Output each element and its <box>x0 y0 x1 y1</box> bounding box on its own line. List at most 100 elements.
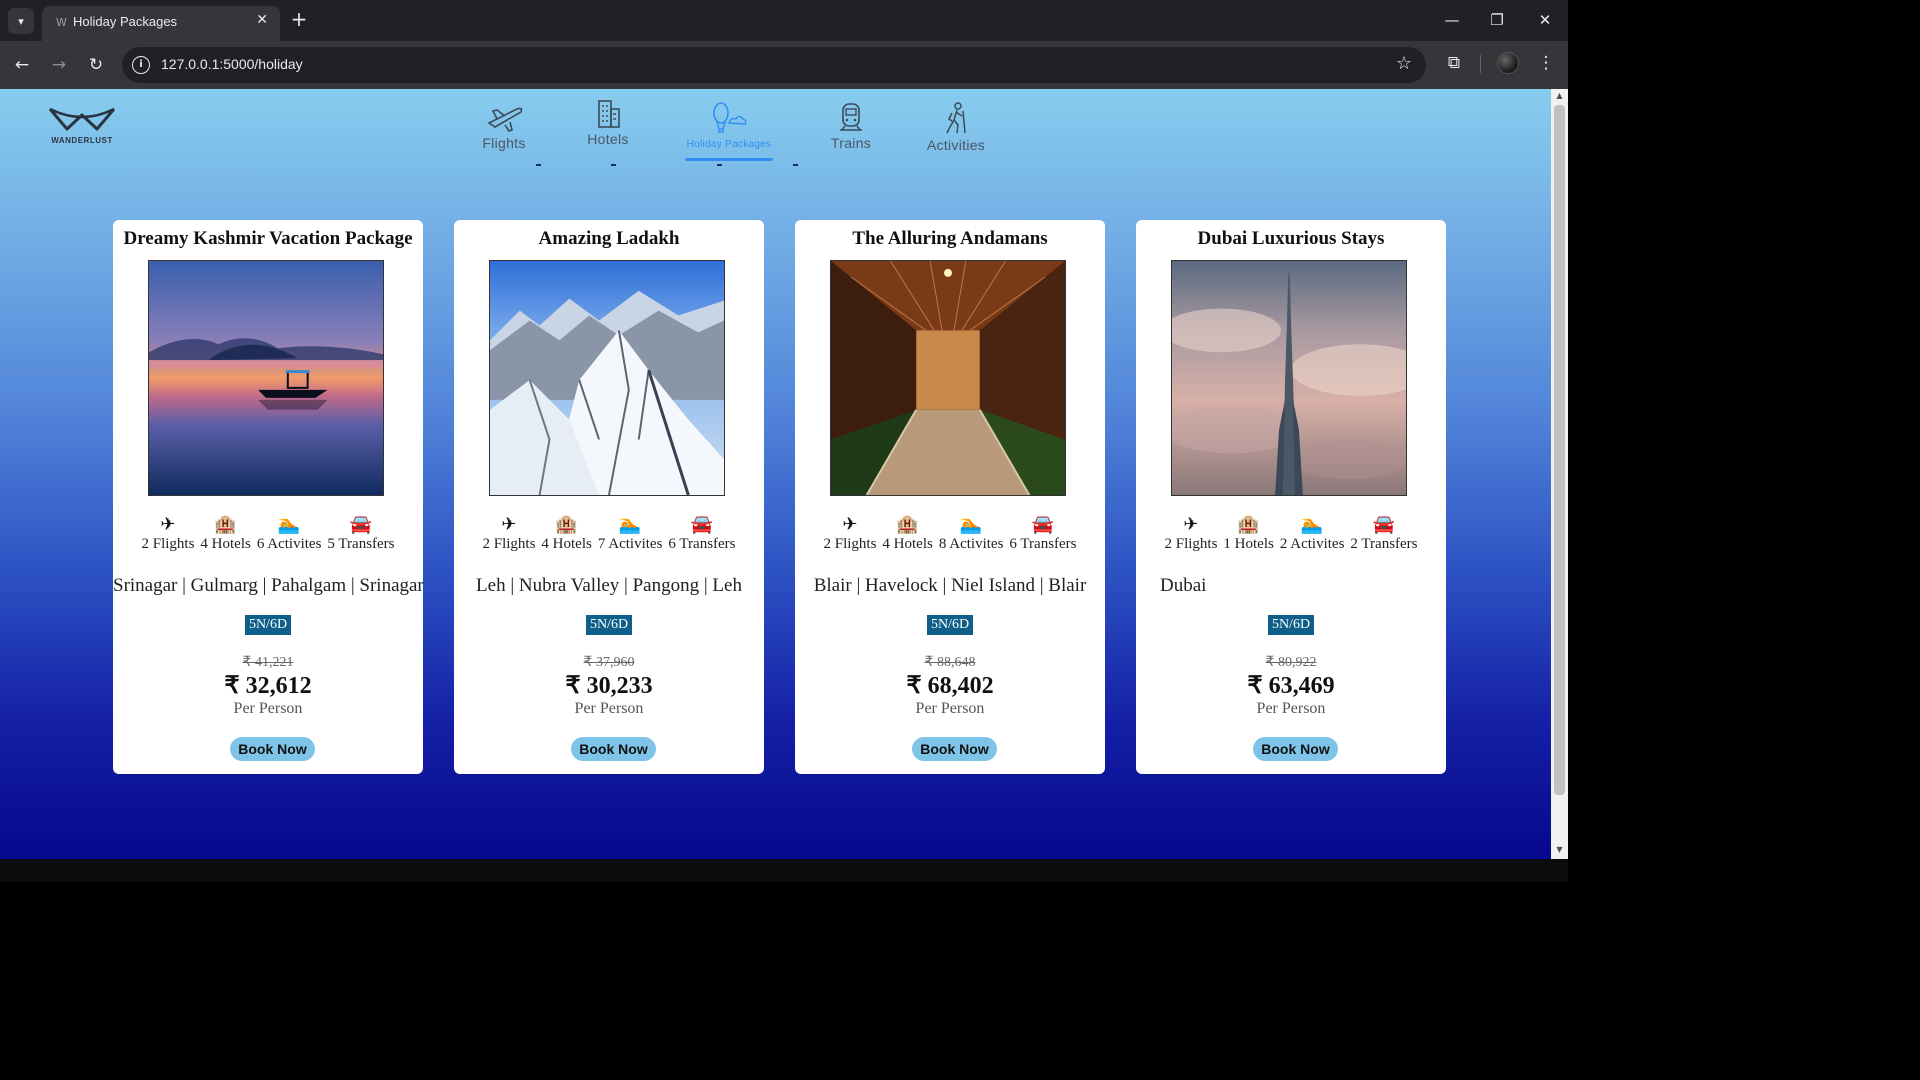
swimmer-icon: 🏊 <box>1300 514 1324 535</box>
nav-hotels[interactable]: Hotels <box>582 97 634 147</box>
book-now-button[interactable]: Book Now <box>571 737 656 761</box>
flights-amenity: ✈ 2 Flights <box>823 514 876 553</box>
car-icon: 🚘 <box>690 514 714 535</box>
nav-label-activities: Activities <box>926 137 986 153</box>
duration-badge-wrap: 5N/6D <box>454 615 764 635</box>
nav-indicator-dot <box>717 164 722 166</box>
per-person-label: Per Person <box>1256 700 1326 717</box>
package-image-dubai[interactable] <box>1171 260 1407 496</box>
book-now-button[interactable]: Book Now <box>912 737 997 761</box>
car-icon: 🚘 <box>1031 514 1055 535</box>
per-person-label: Per Person <box>574 700 644 717</box>
scroll-down-arrow-icon[interactable]: ▼ <box>1551 845 1568 857</box>
package-route: Dubai <box>1160 575 1207 596</box>
reload-icon[interactable]: ↻ <box>84 53 108 77</box>
flights-amenity: ✈ 2 Flights <box>141 514 194 553</box>
duration-badge-wrap: 5N/6D <box>113 615 423 635</box>
transfers-amenity: 🚘 6 Transfers <box>1009 514 1076 553</box>
discounted-price: ₹ 30,233 <box>565 673 653 699</box>
tab-close-icon[interactable]: ✕ <box>256 12 268 28</box>
hotel-icon: 🏨 <box>1237 514 1260 535</box>
profile-avatar[interactable] <box>1497 52 1519 74</box>
swimmer-icon: 🏊 <box>959 514 983 535</box>
transfers-count: 2 Transfers <box>1350 536 1418 552</box>
hotel-icon: 🏨 <box>214 514 237 535</box>
new-tab-plus-icon[interactable]: + <box>288 8 310 30</box>
active-nav-underline <box>685 158 773 161</box>
bookmark-star-icon[interactable]: ☆ <box>1396 53 1412 74</box>
site-info-icon[interactable]: i <box>132 56 150 74</box>
package-card: Dubai Luxurious Stays ✈ 2 Flights 🏨 1 Hote… <box>1136 220 1446 774</box>
restore-icon[interactable]: ❐ <box>1482 8 1512 32</box>
dubai-tower-image <box>1172 261 1406 495</box>
bottom-edge <box>0 859 1568 882</box>
per-person-label: Per Person <box>233 700 303 717</box>
swimmer-icon: 🏊 <box>277 514 301 535</box>
tab-title: Holiday Packages <box>73 14 178 29</box>
window-close-icon[interactable]: ✕ <box>1530 8 1560 32</box>
extensions-icon[interactable]: ⧉ <box>1442 53 1466 73</box>
hotels-amenity: 🏨 4 Hotels <box>882 514 932 553</box>
transfers-amenity: 🚘 6 Transfers <box>668 514 735 553</box>
nav-activities[interactable]: Activities <box>926 101 986 153</box>
nav-trains[interactable]: Trains <box>828 99 874 151</box>
airplane-icon <box>487 107 523 132</box>
address-bar[interactable]: i 127.0.0.1:5000/holiday ☆ <box>122 47 1426 83</box>
scroll-up-arrow-icon[interactable]: ▲ <box>1551 91 1568 103</box>
package-card: The Alluring Andamans ✈ 2 Flights 🏨 4 Hot <box>795 220 1105 774</box>
package-image-kashmir[interactable] <box>148 260 384 496</box>
back-icon[interactable]: ← <box>10 53 34 77</box>
package-image-ladakh[interactable] <box>489 260 725 496</box>
andamans-walkway-image <box>831 261 1065 495</box>
package-title: Amazing Ladakh <box>538 228 680 249</box>
amenities-row: ✈ 2 Flights 🏨 4 Hotels 🏊 8 Activites 🚘 6 Tra… <box>795 514 1105 553</box>
url-text[interactable]: 127.0.0.1:5000/holiday <box>161 56 303 72</box>
car-icon: 🚘 <box>349 514 373 535</box>
browser-tab-strip: ▾ W Holiday Packages ✕ + — ❐ ✕ <box>0 0 1568 41</box>
activities-count: 8 Activites <box>938 536 1004 552</box>
browser-tab[interactable]: W Holiday Packages ✕ <box>42 6 280 41</box>
book-now-button[interactable]: Book Now <box>230 737 315 761</box>
nav-label-holiday-packages: Holiday Packages <box>686 139 772 150</box>
transfers-count: 5 Transfers <box>327 536 395 552</box>
scroll-thumb[interactable] <box>1554 105 1565 795</box>
building-icon <box>598 100 620 128</box>
car-icon: 🚘 <box>1372 514 1396 535</box>
package-card: Dreamy Kashmir Vacation Package ✈ 2 Fligh <box>113 220 424 774</box>
airplane-icon: ✈ <box>501 514 517 535</box>
package-title: Dreamy Kashmir Vacation Package <box>123 228 413 249</box>
hotels-amenity: 🏨 4 Hotels <box>200 514 250 553</box>
hotels-count: 1 Hotels <box>1223 536 1274 552</box>
tab-search-dropdown-icon[interactable]: ▾ <box>8 8 34 34</box>
wanderlust-logo[interactable]: WANDERLUST <box>47 105 117 147</box>
activities-amenity: 🏊 8 Activites <box>939 514 1004 553</box>
activities-count: 7 Activites <box>597 536 663 552</box>
nav-holiday-packages[interactable]: Holiday Packages <box>686 101 772 150</box>
discounted-price: ₹ 63,469 <box>1247 673 1335 699</box>
minimize-icon[interactable]: — <box>1437 8 1467 32</box>
toolbar-separator <box>1480 55 1481 73</box>
hotels-count: 4 Hotels <box>882 536 933 552</box>
original-price: ₹ 80,922 <box>1265 655 1317 670</box>
flights-count: 2 Flights <box>823 536 877 552</box>
original-price: ₹ 37,960 <box>583 655 635 670</box>
train-icon <box>840 103 862 131</box>
hiking-icon <box>946 102 966 134</box>
original-price: ₹ 88,648 <box>924 655 976 670</box>
package-route: Blair | Havelock | Niel Island | Blair <box>813 575 1087 596</box>
airplane-icon: ✈ <box>842 514 858 535</box>
forward-icon[interactable]: → <box>47 53 71 77</box>
duration-badge: 5N/6D <box>1267 615 1315 635</box>
nav-label-trains: Trains <box>830 135 872 151</box>
nav-flights[interactable]: Flights <box>478 99 530 151</box>
package-image-andamans[interactable] <box>830 260 1066 496</box>
hotel-icon: 🏨 <box>896 514 919 535</box>
flights-amenity: ✈ 2 Flights <box>1164 514 1217 553</box>
logo-mark-icon <box>48 107 116 131</box>
duration-badge: 5N/6D <box>244 615 292 635</box>
activities-amenity: 🏊 2 Activites <box>1280 514 1345 553</box>
page-scrollbar[interactable]: ▲ ▼ <box>1551 89 1568 859</box>
book-now-button[interactable]: Book Now <box>1253 737 1338 761</box>
duration-badge: 5N/6D <box>585 615 633 635</box>
more-menu-icon[interactable]: ⋮ <box>1534 53 1558 73</box>
